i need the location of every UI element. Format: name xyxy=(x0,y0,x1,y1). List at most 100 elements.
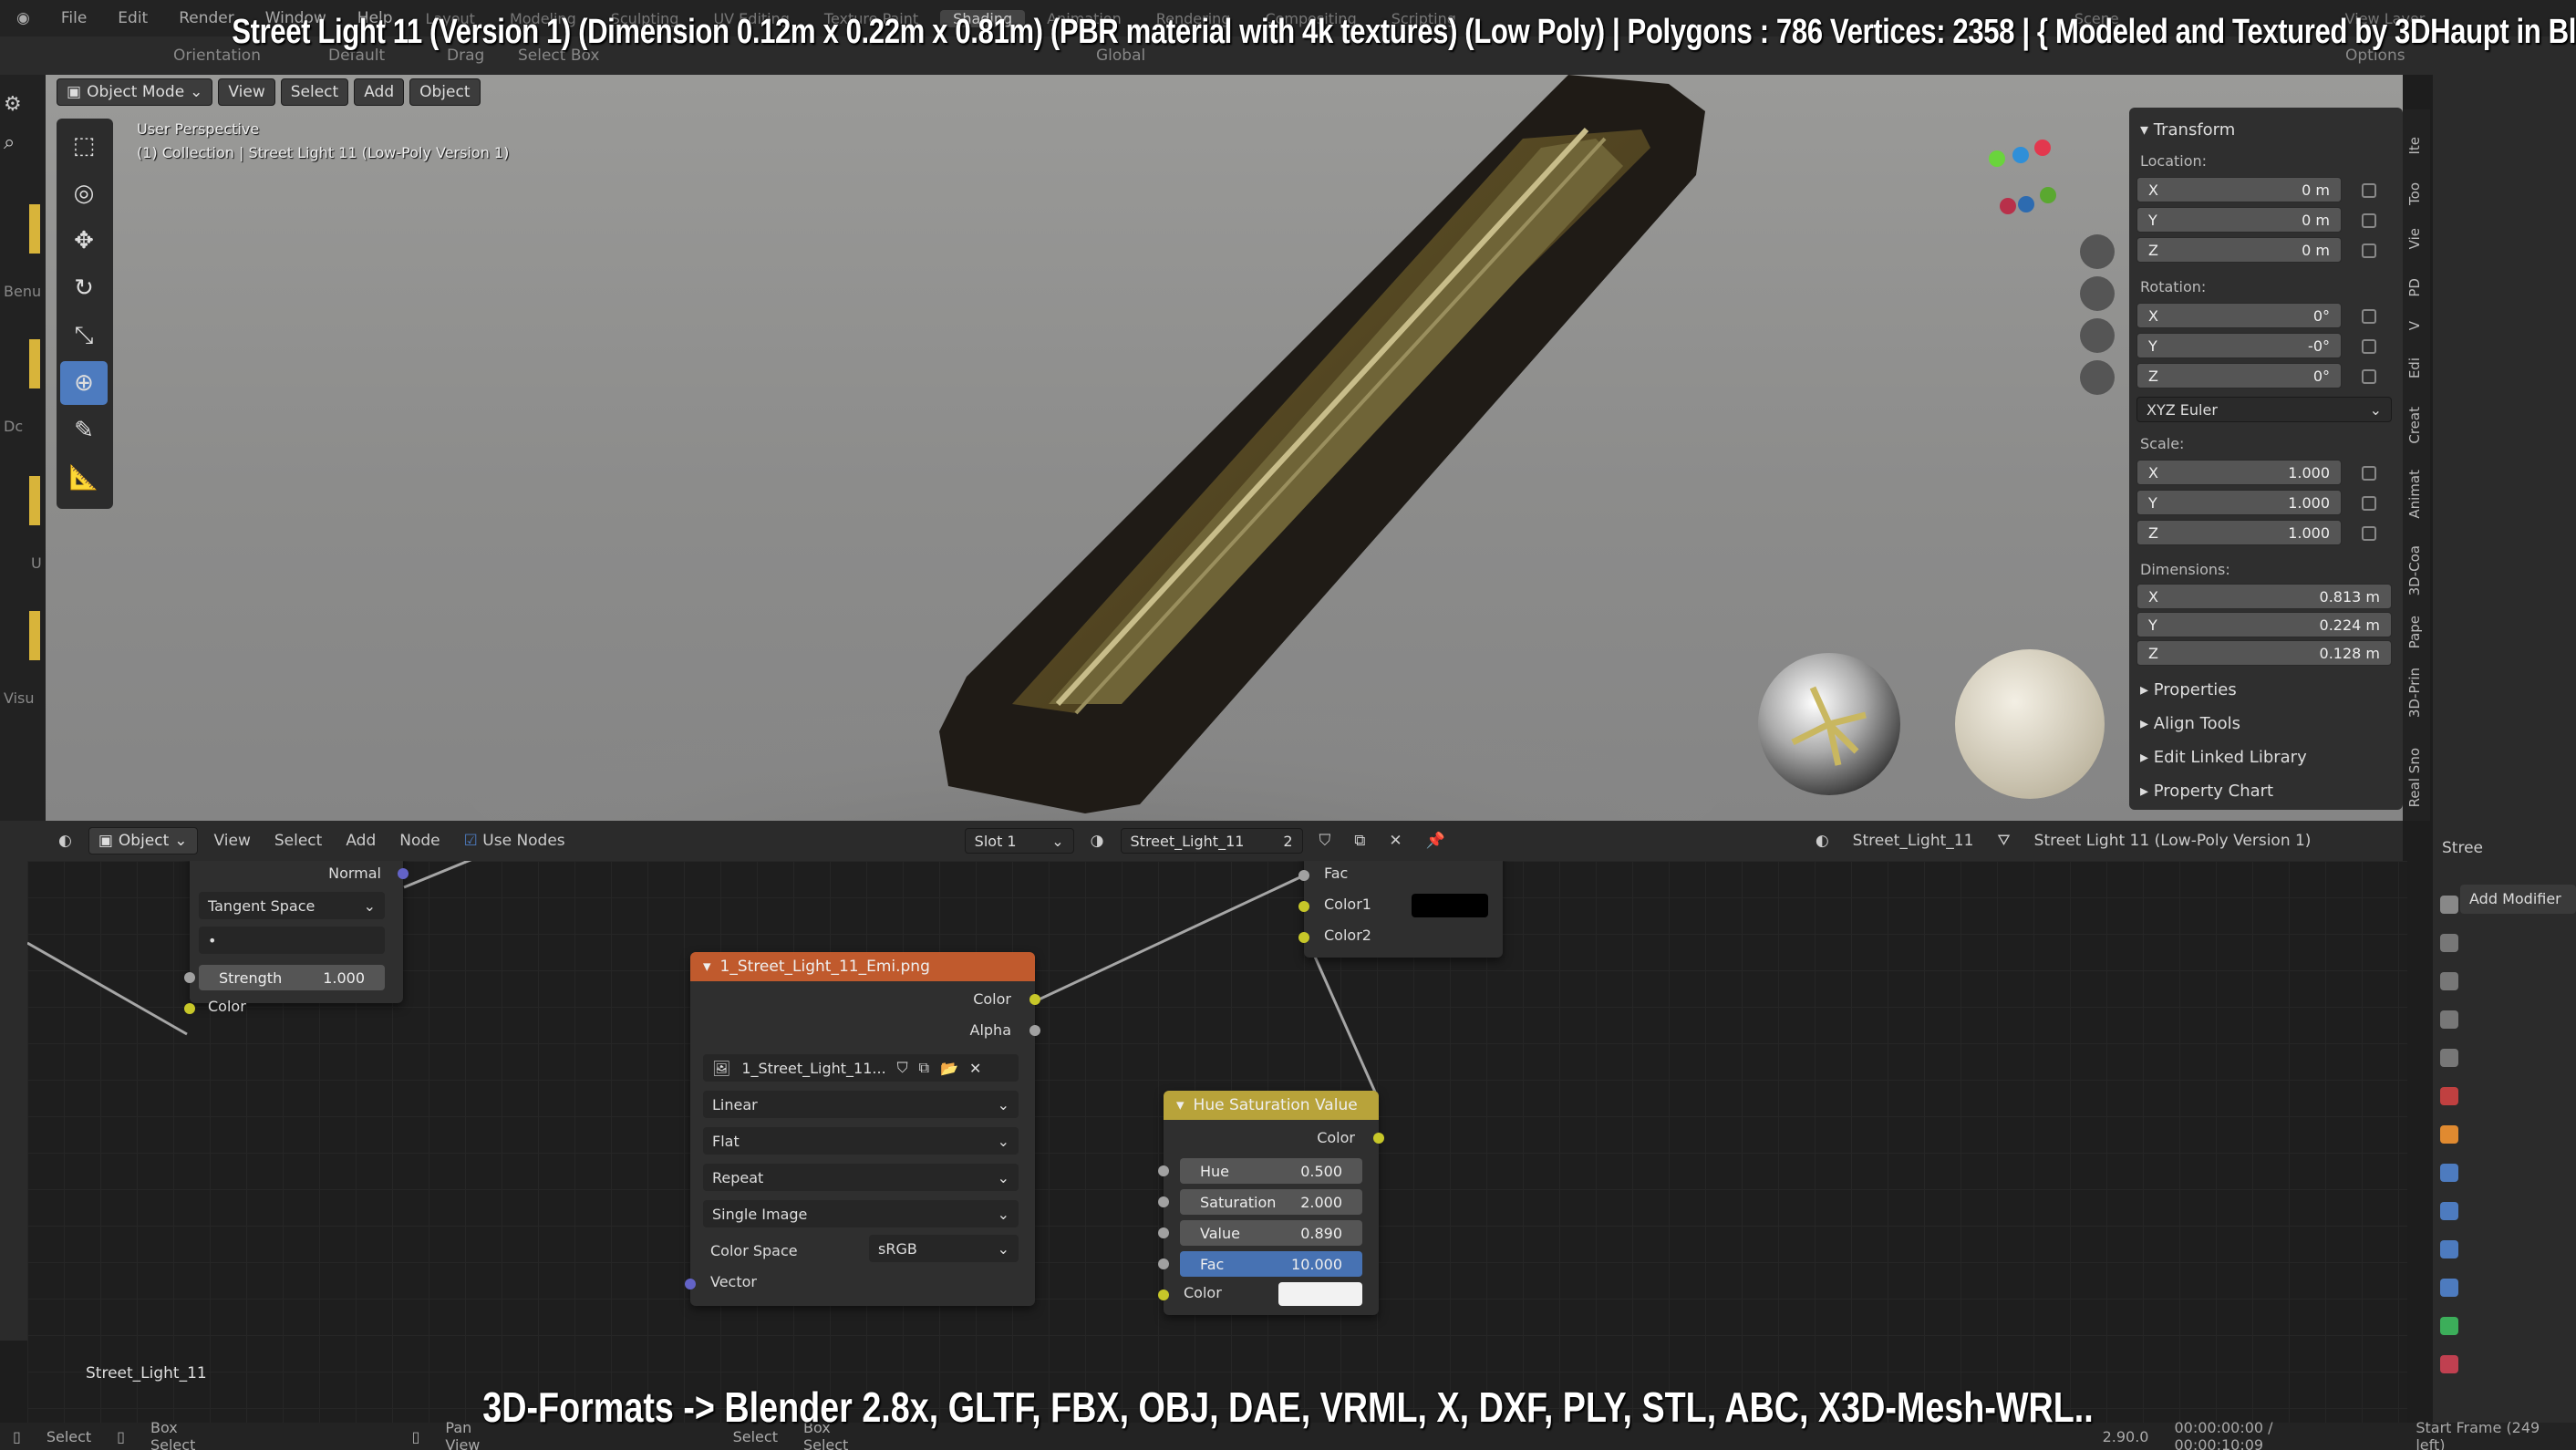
move-tool-icon[interactable]: ✥ xyxy=(60,219,108,263)
value-socket[interactable] xyxy=(1158,1227,1169,1238)
saturation-socket[interactable] xyxy=(1158,1196,1169,1207)
value-field[interactable]: Value 0.890 xyxy=(1180,1220,1362,1246)
lock-icon[interactable] xyxy=(2362,368,2376,384)
menu-object[interactable]: Object xyxy=(409,78,481,106)
lock-icon[interactable] xyxy=(2362,212,2376,228)
image-node-header[interactable]: ▾ 1_Street_Light_11_Emi.png xyxy=(690,952,1035,981)
extension-select[interactable]: Repeat ⌄ xyxy=(703,1164,1019,1191)
scale-x-field[interactable]: X 1.000 xyxy=(2136,460,2342,485)
tab-create[interactable]: Creat xyxy=(2406,407,2423,444)
rotation-x-field[interactable]: X 0° xyxy=(2136,303,2342,328)
interpolation-select[interactable]: Linear ⌄ xyxy=(703,1091,1019,1118)
gear-icon[interactable]: ⚙ xyxy=(4,93,22,116)
tab-3d-print[interactable]: 3D-Prin xyxy=(2406,668,2423,718)
transform-header[interactable]: ▾ Transform xyxy=(2140,120,2392,140)
measure-tool-icon[interactable]: 📐 xyxy=(60,456,108,500)
normal-output-socket[interactable] xyxy=(398,868,409,879)
annotate-tool-icon[interactable]: ✎ xyxy=(60,409,108,452)
world-icon[interactable] xyxy=(2440,1087,2458,1105)
lock-icon[interactable] xyxy=(2362,465,2376,481)
duplicate-icon[interactable]: ⧉ xyxy=(919,1059,929,1077)
uv-map-field[interactable]: • xyxy=(199,927,385,954)
tab-v[interactable]: V xyxy=(2406,321,2423,330)
space-select[interactable]: Tangent Space ⌄ xyxy=(199,892,385,919)
tool-icon[interactable] xyxy=(2440,896,2458,914)
select-tool-icon[interactable]: ⬚ xyxy=(60,124,108,168)
slot-selector[interactable]: Slot 1 ⌄ xyxy=(964,828,1074,854)
normal-map-node[interactable]: Normal Tangent Space ⌄ • Strength 1.000 Co… xyxy=(184,861,409,1015)
vector-input-socket[interactable] xyxy=(685,1279,696,1289)
fake-user-icon[interactable]: ⛉ xyxy=(1312,832,1339,850)
scene-icon[interactable] xyxy=(2440,1049,2458,1067)
fac-socket[interactable] xyxy=(1158,1258,1169,1269)
gizmo-x-axis[interactable] xyxy=(2034,140,2051,156)
panel-align-tools[interactable]: ▸ Align Tools xyxy=(2140,714,2392,733)
wrench-icon[interactable] xyxy=(2440,1164,2458,1182)
panel-properties[interactable]: ▸ Properties xyxy=(2140,680,2392,699)
dimension-y-field[interactable]: Y 0.224 m xyxy=(2136,612,2392,637)
material-selector[interactable]: Street_Light_11 2 xyxy=(1120,828,1303,854)
menu-view[interactable]: View xyxy=(218,78,275,106)
pin-icon[interactable]: 📌 xyxy=(1419,832,1453,850)
panel-edit-linked-library[interactable]: ▸ Edit Linked Library xyxy=(2140,748,2392,767)
gizmo-neg-z[interactable] xyxy=(2018,196,2034,212)
material-sphere-icon[interactable]: ◑ xyxy=(1083,832,1112,850)
search-icon[interactable]: ⌕ xyxy=(4,131,15,154)
zoom-icon[interactable] xyxy=(2080,234,2115,269)
physics-icon[interactable] xyxy=(2440,1240,2458,1258)
tab-animation[interactable]: Animat xyxy=(2406,470,2423,519)
tab-edit[interactable]: Edi xyxy=(2406,357,2423,378)
gizmo-z-axis[interactable] xyxy=(2012,147,2029,163)
lock-icon[interactable] xyxy=(2362,338,2376,354)
mix-rgb-node[interactable]: Fac Color1 Color2 xyxy=(1298,861,1503,958)
tab-tool[interactable]: Too xyxy=(2406,182,2423,205)
panel-property-chart[interactable]: ▸ Property Chart xyxy=(2140,782,2392,801)
3d-viewport[interactable]: ▣ Object Mode ⌄ View Select Add Object Use… xyxy=(46,75,2403,821)
scale-tool-icon[interactable]: ⤡ xyxy=(60,314,108,357)
menu-view[interactable]: View xyxy=(207,832,258,850)
tab-pd[interactable]: PD xyxy=(2406,278,2423,297)
view-layer-icon[interactable] xyxy=(2440,1010,2458,1029)
fac-field[interactable]: Fac 10.000 xyxy=(1180,1251,1362,1277)
location-y-field[interactable]: Y 0 m xyxy=(2136,207,2342,233)
source-select[interactable]: Single Image ⌄ xyxy=(703,1200,1019,1227)
collapse-arrow-icon[interactable]: ▾ xyxy=(703,958,711,976)
lock-icon[interactable] xyxy=(2362,525,2376,541)
close-icon[interactable]: ✕ xyxy=(969,1060,981,1077)
color2-socket[interactable] xyxy=(1298,932,1309,943)
cursor-tool-icon[interactable]: ◎ xyxy=(60,171,108,215)
render-icon[interactable] xyxy=(2440,934,2458,952)
use-nodes-checkbox[interactable]: ☑ Use Nodes xyxy=(457,832,573,850)
add-modifier-button[interactable]: Add Modifier xyxy=(2460,885,2576,914)
hue-field[interactable]: Hue 0.500 xyxy=(1180,1158,1362,1184)
gizmo-neg-y[interactable] xyxy=(2040,187,2056,203)
menu-edit[interactable]: Edit xyxy=(107,9,159,27)
menu-file[interactable]: File xyxy=(50,9,98,27)
hue-saturation-value-node[interactable]: ▾ Hue Saturation Value Color Hue 0.500 Sat… xyxy=(1158,1091,1384,1315)
ortho-grid-icon[interactable] xyxy=(2080,360,2115,395)
object-type-selector[interactable]: ▣ Object ⌄ xyxy=(88,827,198,854)
fac-socket[interactable] xyxy=(1298,870,1309,881)
location-x-field[interactable]: X 0 m xyxy=(2136,177,2342,202)
tab-paper[interactable]: Pape xyxy=(2406,616,2423,648)
saturation-field[interactable]: Saturation 2.000 xyxy=(1180,1189,1362,1215)
tab-item[interactable]: Ite xyxy=(2406,137,2423,155)
lock-icon[interactable] xyxy=(2362,243,2376,258)
material-icon[interactable] xyxy=(2440,1355,2458,1373)
fake-user-icon[interactable]: ⛉ xyxy=(897,1059,908,1077)
data-icon[interactable] xyxy=(2440,1317,2458,1335)
editor-type-icon[interactable]: ◐ xyxy=(51,832,79,850)
tab-real-snow[interactable]: Real Sno xyxy=(2406,748,2423,807)
scale-z-field[interactable]: Z 1.000 xyxy=(2136,520,2342,545)
strength-field[interactable]: Strength 1.000 xyxy=(199,965,385,990)
image-texture-node[interactable]: ▾ 1_Street_Light_11_Emi.png Color Alpha 🖼… xyxy=(685,952,1040,1306)
camera-icon[interactable] xyxy=(2080,318,2115,353)
lock-icon[interactable] xyxy=(2362,495,2376,511)
dimension-x-field[interactable]: X 0.813 m xyxy=(2136,584,2392,609)
menu-add[interactable]: Add xyxy=(338,832,383,850)
color-output-socket[interactable] xyxy=(1029,994,1040,1005)
rotate-tool-icon[interactable]: ↻ xyxy=(60,266,108,310)
gizmo-y-axis[interactable] xyxy=(1989,150,2005,167)
hsv-color-input-socket[interactable] xyxy=(1158,1289,1169,1300)
menu-node[interactable]: Node xyxy=(392,832,447,850)
